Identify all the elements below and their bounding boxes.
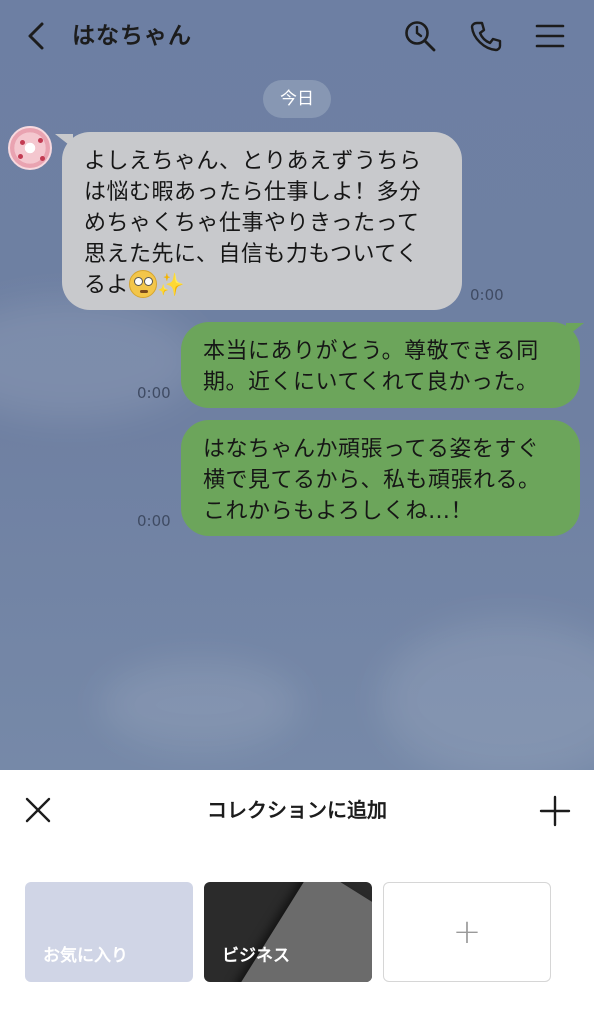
message-timestamp: 0:00: [470, 286, 504, 304]
face-with-rolling-eyes-icon: [129, 270, 158, 298]
message-bubble-outgoing[interactable]: はなちゃんか頑張ってる姿をすぐ横で見てるから、私も頑張れる。これからもよろしくね…: [181, 420, 580, 536]
new-collection-card[interactable]: +: [383, 882, 551, 982]
menu-button[interactable]: [530, 16, 570, 56]
message-text: 本当にありがとう。尊敬できる同期。近くにいてくれて良かった。: [203, 339, 539, 395]
business-thumbnail-image: [239, 882, 372, 982]
search-button[interactable]: [400, 16, 440, 56]
collection-label: ビジネス: [222, 946, 290, 966]
date-separator: 今日: [263, 80, 331, 118]
chat-area[interactable]: はなちゃん 今日 よしえちゃん、とりあえずうちらは悩む暇あったら仕事しよ！多分め…: [0, 0, 594, 770]
add-to-collection-sheet: コレクションに追加 お気に入り ビジネス +: [0, 770, 594, 1024]
message-bubble-outgoing[interactable]: 本当にありがとう。尊敬できる同期。近くにいてくれて良かった。: [181, 322, 580, 408]
message-timestamp: 0:00: [137, 512, 171, 530]
message-timestamp: 0:00: [137, 384, 171, 402]
add-button[interactable]: [536, 792, 574, 830]
hamburger-menu-icon: [535, 24, 565, 48]
plus-icon: +: [452, 912, 482, 952]
message-bubble-incoming[interactable]: よしえちゃん、とりあえずうちらは悩む暇あったら仕事しよ！多分めちゃくちゃ仕事やり…: [62, 132, 462, 310]
chat-header: はなちゃん: [0, 0, 594, 72]
sheet-title: コレクションに追加: [207, 798, 387, 822]
message-text: はなちゃんか頑張ってる姿をすぐ横で見てるから、私も頑張れる。これからもよろしくね…: [203, 437, 541, 524]
chat-title: はなちゃん: [72, 23, 192, 49]
close-icon: [25, 797, 51, 823]
collection-label: お気に入り: [43, 946, 128, 966]
background-cloud: [380, 620, 594, 770]
background-cloud: [100, 660, 300, 750]
sparkles-icon: ✨: [157, 273, 185, 298]
contact-avatar[interactable]: [8, 126, 52, 170]
back-button[interactable]: [18, 18, 54, 54]
close-button[interactable]: [20, 792, 56, 828]
call-button[interactable]: [466, 16, 506, 56]
search-icon: [405, 21, 436, 52]
collection-card-business[interactable]: ビジネス: [204, 882, 372, 982]
plus-icon: [539, 795, 571, 827]
chevron-left-icon: [28, 22, 44, 50]
phone-icon: [470, 21, 502, 52]
collection-card-favorites[interactable]: お気に入り: [25, 882, 193, 982]
background-cloud: [0, 300, 200, 420]
